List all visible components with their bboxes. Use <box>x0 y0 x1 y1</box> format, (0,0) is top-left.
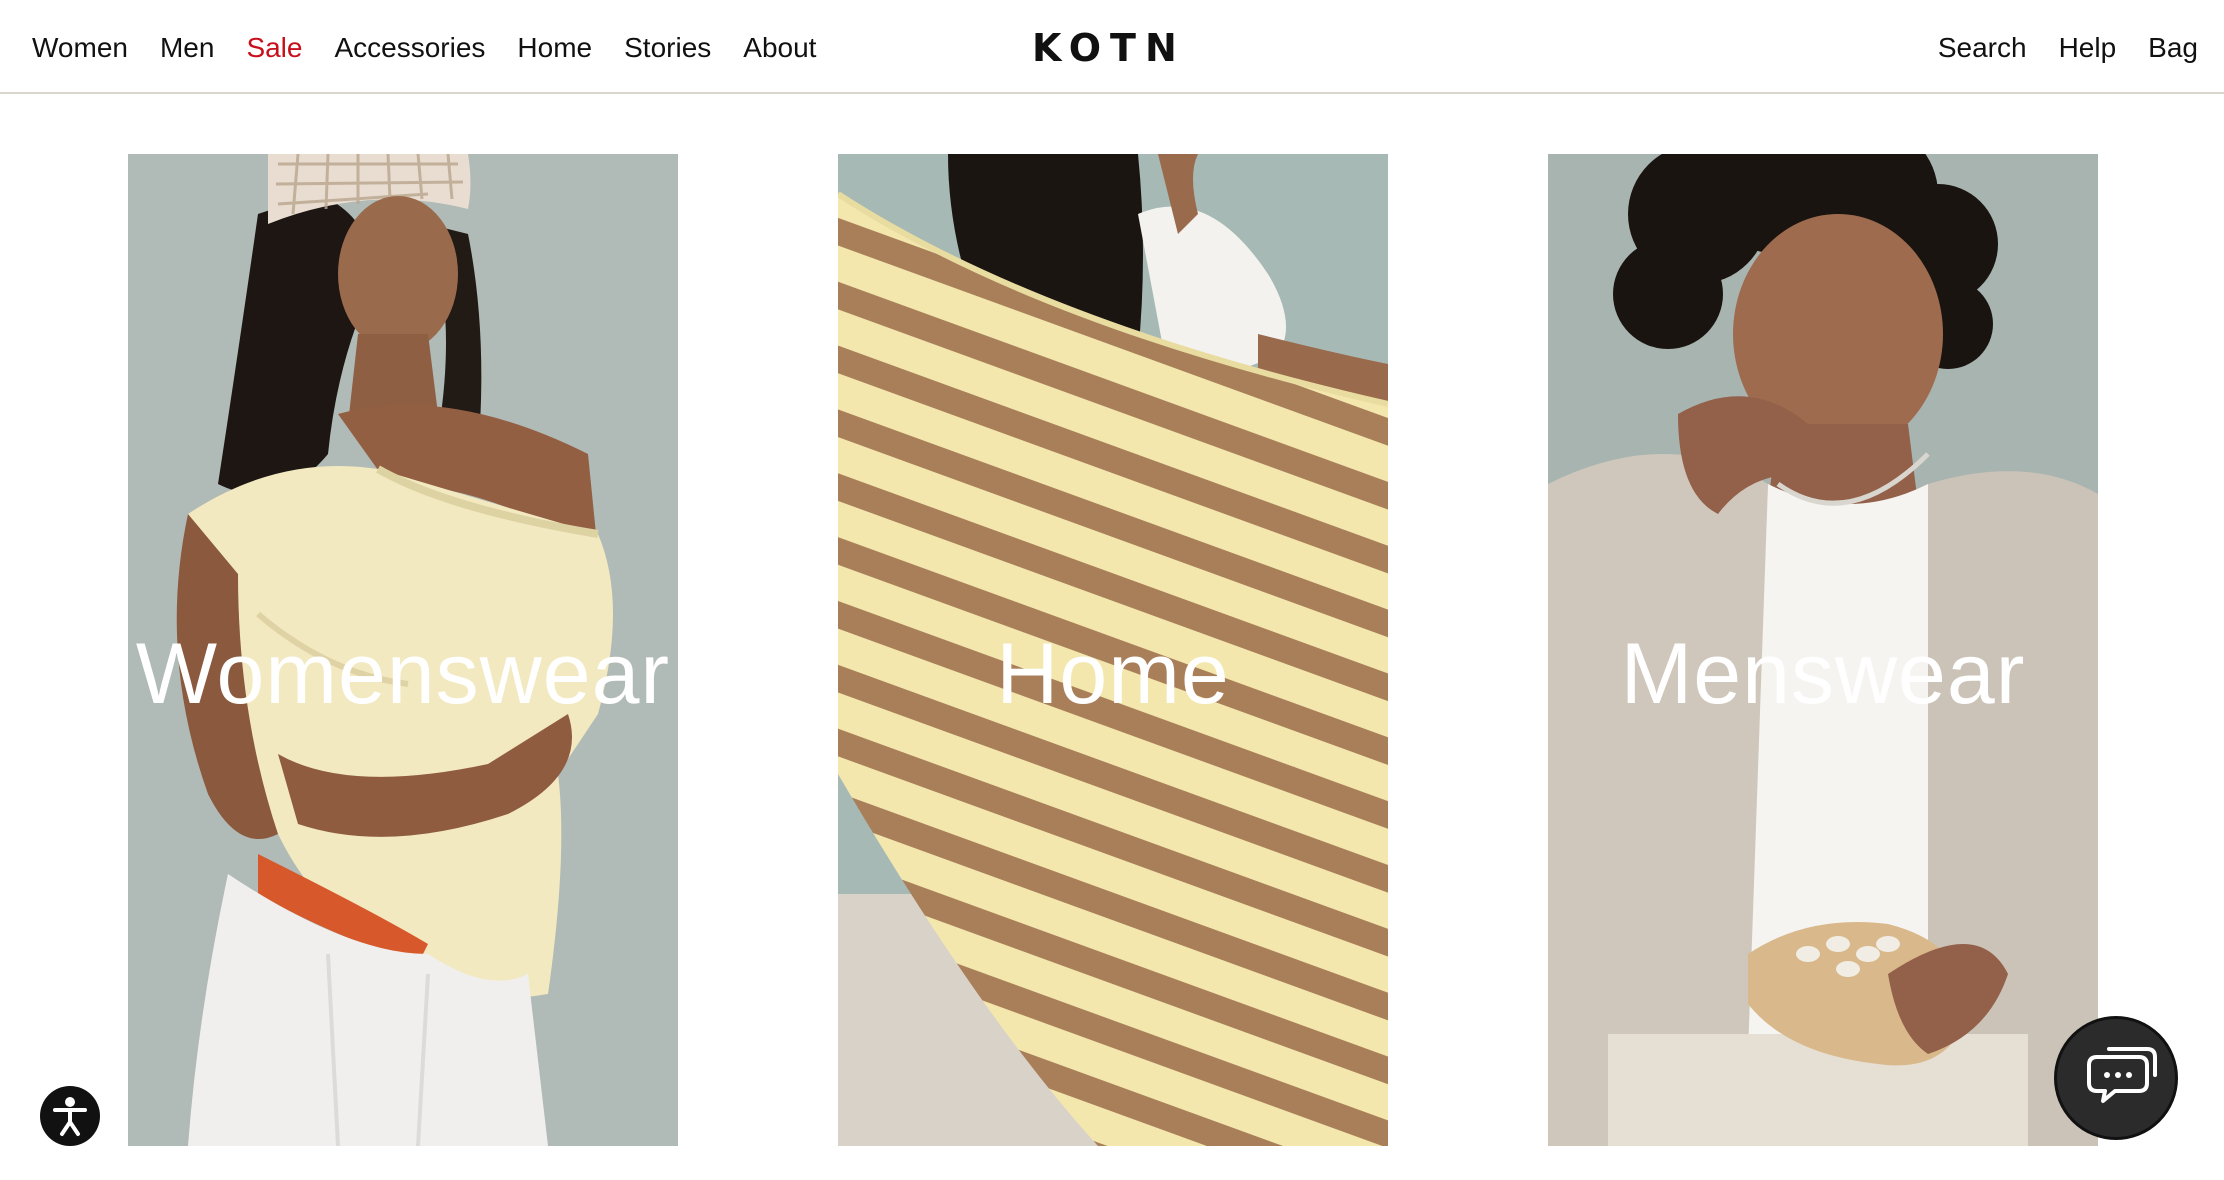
home-panel[interactable]: Home <box>838 154 1388 1146</box>
help-link[interactable]: Help <box>2059 26 2117 70</box>
primary-nav: Women Men Sale Accessories Home Stories … <box>32 26 848 70</box>
nav-men-link[interactable]: Men <box>160 26 214 70</box>
nav-stories-link[interactable]: Stories <box>624 26 711 70</box>
accessibility-button[interactable] <box>40 1086 100 1146</box>
menswear-label: Menswear <box>1620 626 2026 722</box>
nav-accessories-link[interactable]: Accessories <box>334 26 485 70</box>
menswear-panel[interactable]: Menswear <box>1548 154 2098 1146</box>
nav-home-link[interactable]: Home <box>517 26 592 70</box>
utility-nav: Search Help Bag <box>1906 26 2198 70</box>
nav-about-link[interactable]: About <box>743 26 816 70</box>
home-label: Home <box>996 626 1230 722</box>
nav-sale-link[interactable]: Sale <box>246 26 302 70</box>
search-link[interactable]: Search <box>1938 26 2027 70</box>
chat-button[interactable] <box>2054 1016 2178 1140</box>
nav-women-link[interactable]: Women <box>32 26 128 70</box>
site-header: Women Men Sale Accessories Home Stories … <box>0 0 2224 94</box>
accessibility-icon <box>53 1097 87 1136</box>
womenswear-label: Womenswear <box>135 626 671 722</box>
bag-link[interactable]: Bag <box>2148 26 2198 70</box>
chat-icon <box>2087 1047 2157 1103</box>
kotn-logo[interactable]: KOTN <box>1032 28 1194 68</box>
womenswear-panel[interactable]: Womenswear <box>128 154 678 1146</box>
